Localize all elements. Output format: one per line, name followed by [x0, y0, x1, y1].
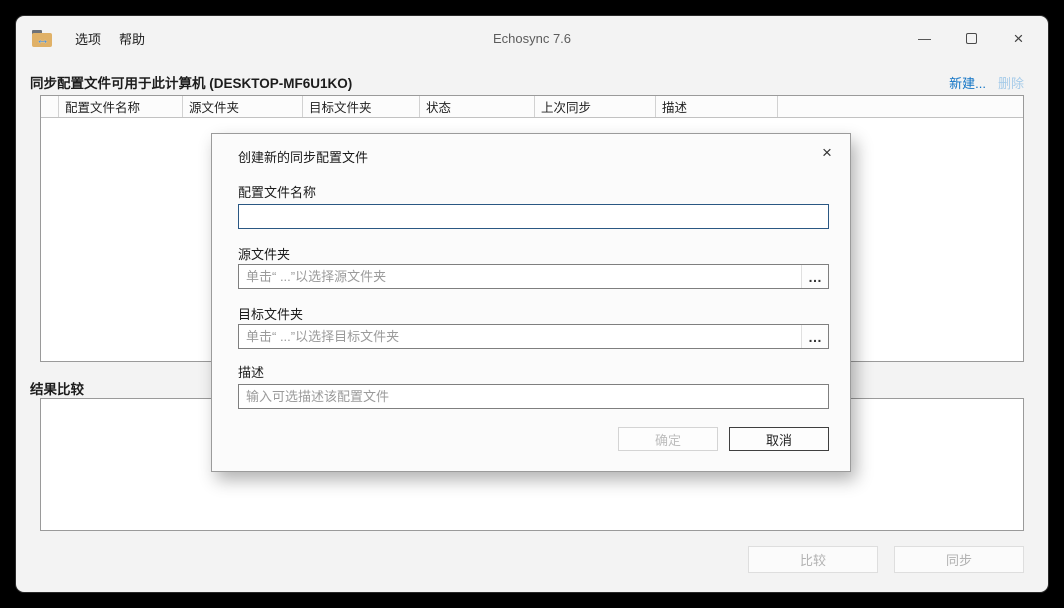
column-header-source-folder[interactable]: 源文件夹: [183, 96, 303, 117]
create-profile-dialog: 创建新的同步配置文件 × 配置文件名称 源文件夹 … 目标文件夹 … 描述 确定…: [211, 133, 851, 472]
menubar: 选项 帮助: [66, 25, 154, 52]
source-folder-input[interactable]: [239, 265, 801, 288]
column-header-description[interactable]: 描述: [656, 96, 778, 117]
menu-options[interactable]: 选项: [66, 25, 110, 52]
source-folder-label: 源文件夹: [238, 244, 290, 263]
target-folder-input-wrap: …: [238, 324, 829, 349]
description-label: 描述: [238, 362, 264, 381]
bottom-buttons: 比较 同步: [748, 546, 1024, 573]
row-selector-stub[interactable]: [41, 96, 59, 117]
window-title: Echosync 7.6: [16, 16, 1048, 60]
maximize-button[interactable]: [948, 16, 995, 60]
profiles-heading-row: 同步配置文件可用于此计算机 (DESKTOP-MF6U1KO) 新建... 删除: [30, 72, 1024, 92]
description-input-wrap: [238, 384, 829, 409]
ok-button[interactable]: 确定: [618, 427, 718, 451]
delete-profile-link[interactable]: 删除: [998, 73, 1024, 92]
titlebar: ↔ 选项 帮助 Echosync 7.6 — ×: [16, 16, 1048, 60]
column-header-filler: [778, 96, 1023, 117]
minimize-button[interactable]: —: [901, 16, 948, 60]
menu-help[interactable]: 帮助: [110, 25, 154, 52]
profiles-actions: 新建... 删除: [949, 73, 1024, 92]
sync-arrow-icon: ↔: [33, 31, 52, 47]
target-folder-label: 目标文件夹: [238, 304, 303, 323]
profile-name-label: 配置文件名称: [238, 182, 316, 201]
window-controls: — ×: [901, 16, 1042, 60]
close-icon: ×: [1014, 30, 1024, 47]
app-window: ↔ 选项 帮助 Echosync 7.6 — × 同步配置文件可用于此计算机 (…: [16, 16, 1048, 592]
column-header-last-sync[interactable]: 上次同步: [535, 96, 656, 117]
profile-name-input-wrap: [238, 204, 829, 229]
column-header-profile-name[interactable]: 配置文件名称: [59, 96, 183, 117]
profiles-heading: 同步配置文件可用于此计算机 (DESKTOP-MF6U1KO): [30, 72, 352, 92]
profiles-table-header: 配置文件名称 源文件夹 目标文件夹 状态 上次同步 描述: [41, 96, 1023, 118]
new-profile-link[interactable]: 新建...: [949, 73, 986, 92]
dialog-close-icon: ×: [822, 143, 832, 163]
profile-name-input[interactable]: [239, 205, 828, 228]
minimize-icon: —: [918, 31, 931, 46]
sync-button[interactable]: 同步: [894, 546, 1024, 573]
target-browse-button[interactable]: …: [801, 325, 828, 348]
column-header-target-folder[interactable]: 目标文件夹: [303, 96, 420, 117]
source-folder-input-wrap: …: [238, 264, 829, 289]
maximize-icon: [966, 33, 977, 44]
app-icon: ↔: [32, 30, 52, 47]
results-heading: 结果比较: [30, 378, 84, 398]
dialog-title: 创建新的同步配置文件: [238, 147, 368, 166]
column-header-status[interactable]: 状态: [420, 96, 535, 117]
close-button[interactable]: ×: [995, 16, 1042, 60]
source-browse-button[interactable]: …: [801, 265, 828, 288]
description-input[interactable]: [239, 385, 828, 408]
dialog-close-button[interactable]: ×: [814, 140, 840, 166]
compare-button[interactable]: 比较: [748, 546, 878, 573]
cancel-button[interactable]: 取消: [729, 427, 829, 451]
target-folder-input[interactable]: [239, 325, 801, 348]
